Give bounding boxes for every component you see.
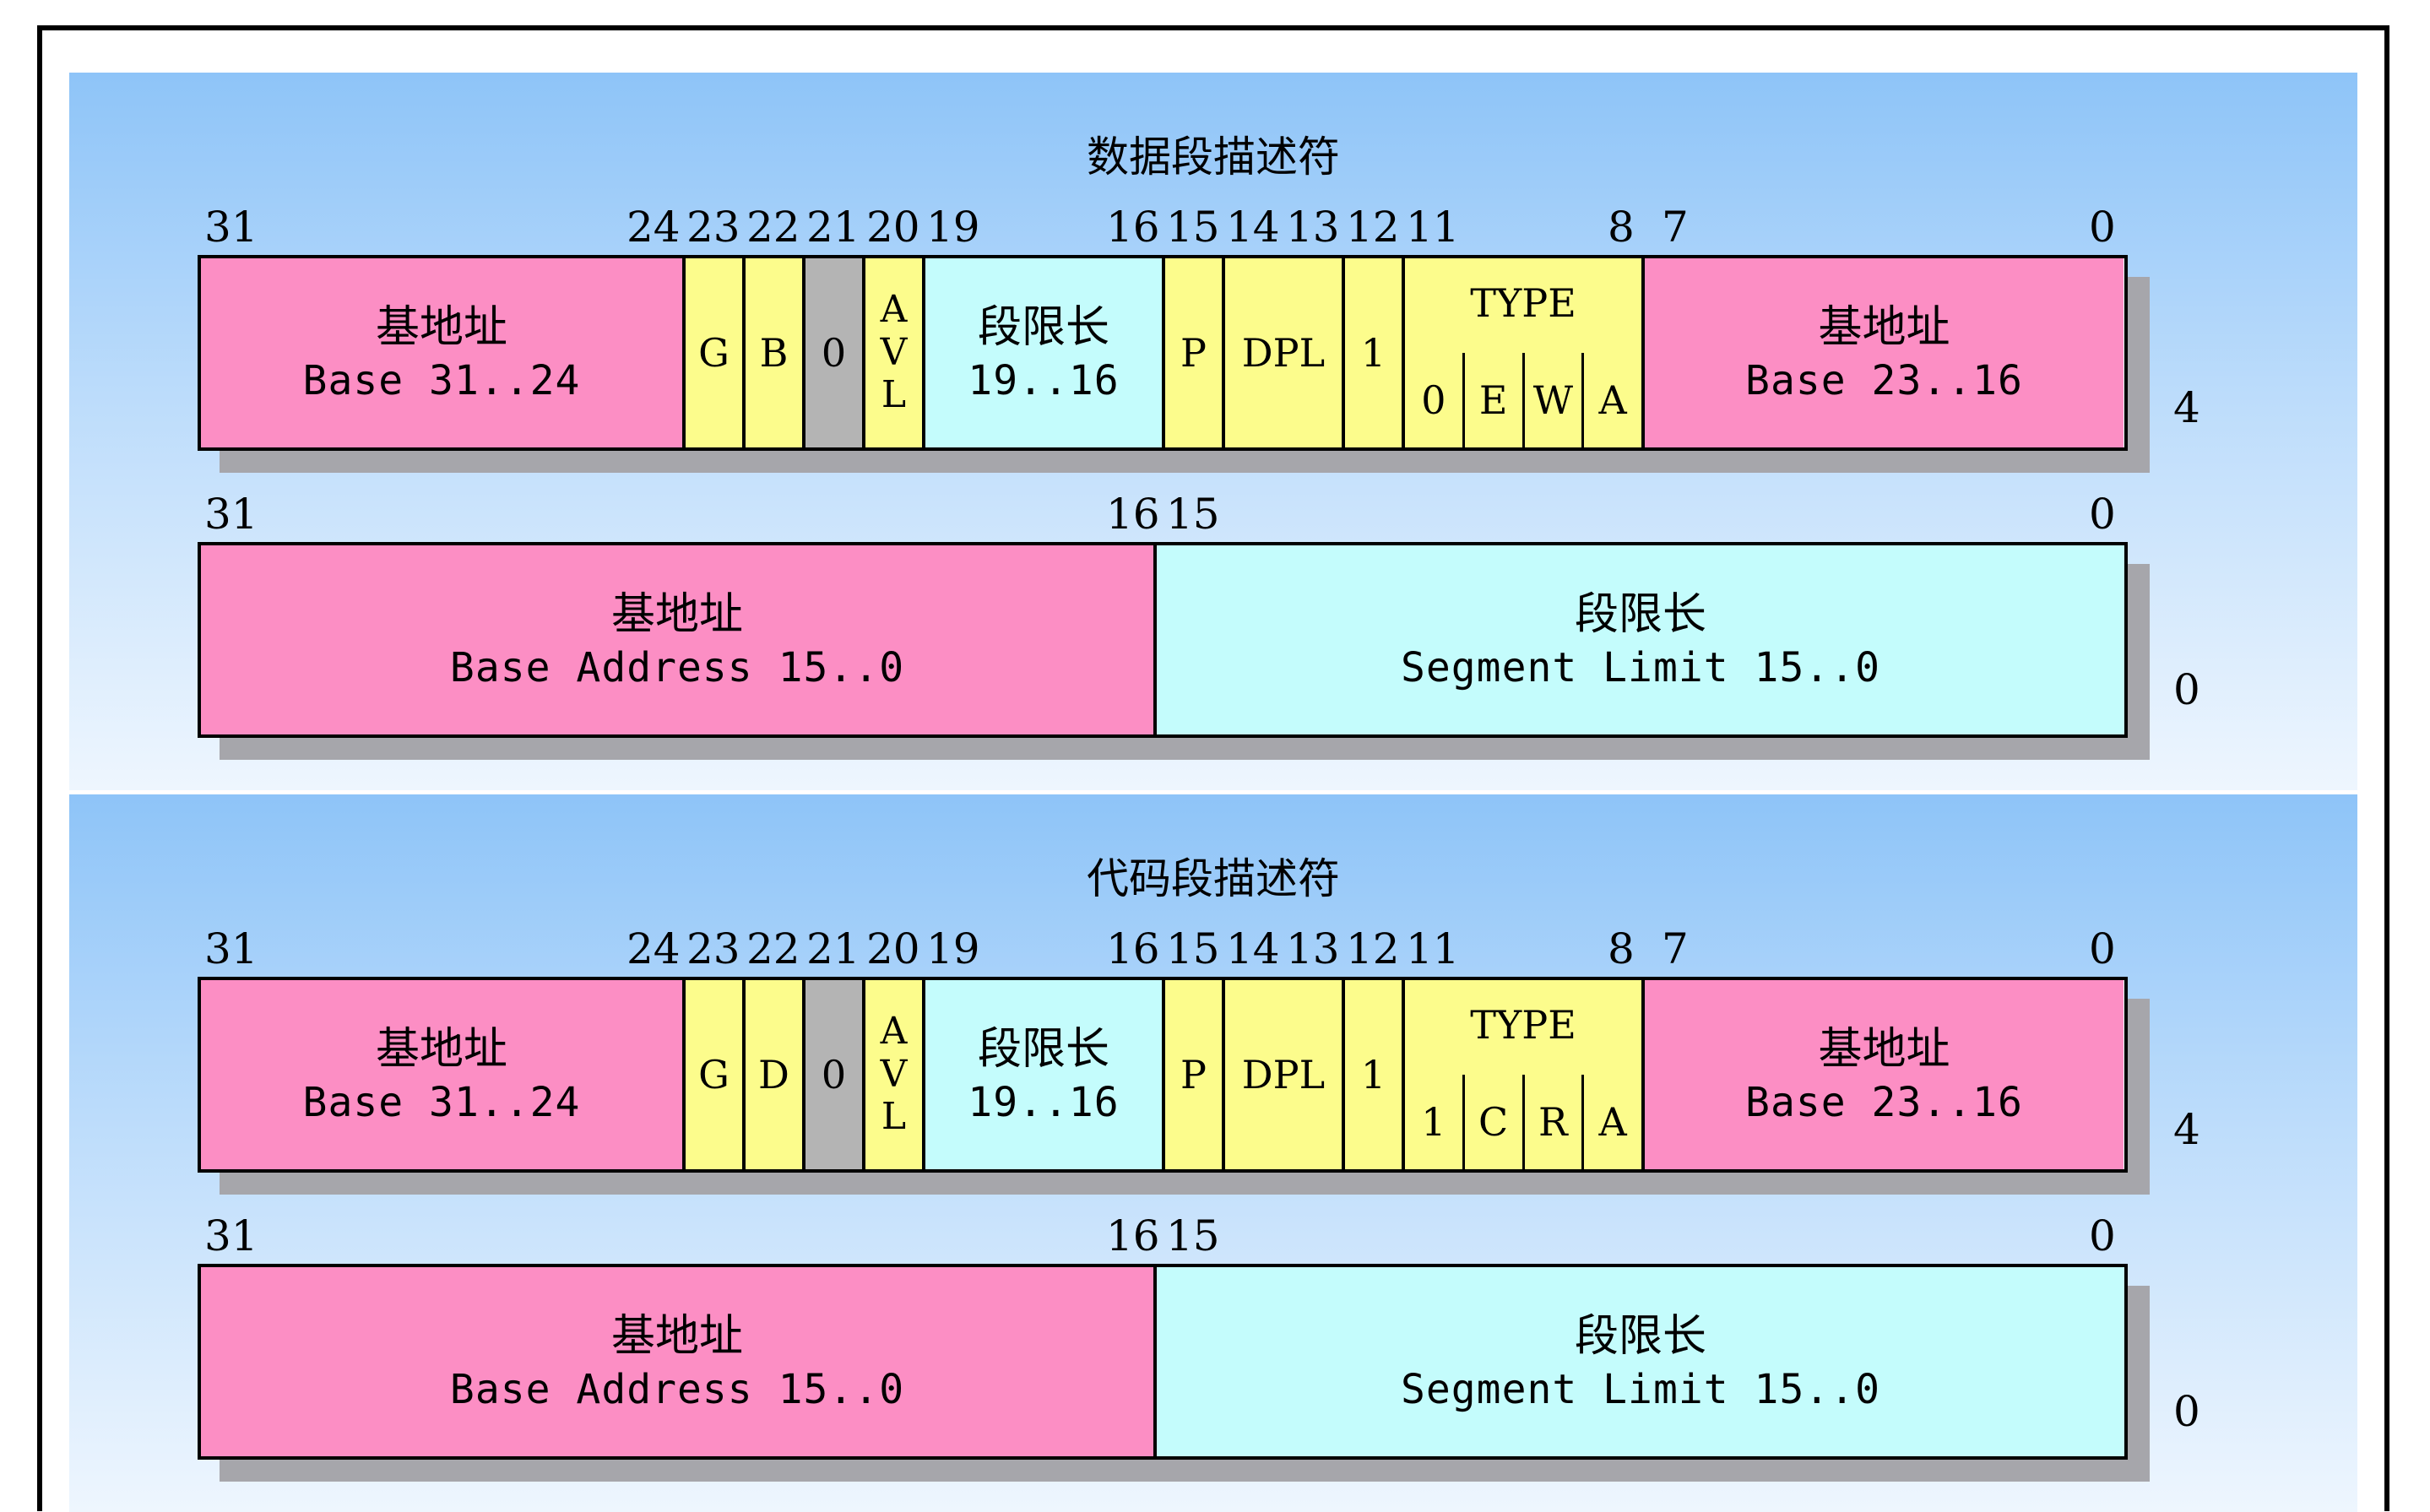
type-bit: E xyxy=(1465,353,1525,447)
bit-number: 31 xyxy=(204,924,258,973)
avl-bit: A V L xyxy=(865,980,925,1169)
bit-number: 20 xyxy=(866,924,920,973)
bit-number: 0 xyxy=(2089,490,2116,539)
bit-number: 14 xyxy=(1226,203,1280,252)
bit-number: 0 xyxy=(2089,203,2116,252)
bit-number: 0 xyxy=(2089,1211,2116,1260)
base-23-16-field: 基地址 Base 23..16 xyxy=(1645,258,2124,447)
p-bit: P xyxy=(1165,980,1225,1169)
descriptor-low-word: 基地址 Base Address 15..0 段限长 Segment Limit… xyxy=(198,542,2150,760)
type-bit: 1 xyxy=(1405,1075,1465,1169)
limit-19-16-field: 段限长 19..16 xyxy=(925,258,1165,447)
type-bit: 0 xyxy=(1405,353,1465,447)
type-bit: C xyxy=(1465,1075,1525,1169)
bit-number: 15 xyxy=(1166,490,1220,539)
data-descriptor-panel: 数据段描述符 31 24 23 22 21 20 19 16 15 14 13 … xyxy=(69,73,2357,790)
descriptor-low-word: 基地址 Base Address 15..0 段限长 Segment Limit… xyxy=(198,1264,2150,1482)
descriptor-high-word: 基地址 Base 31..24 G D 0 A V L 段限长 19..16 P… xyxy=(198,977,2150,1195)
bit-number: 16 xyxy=(1106,203,1160,252)
bit-number: 24 xyxy=(626,924,681,973)
base-31-24-field: 基地址 Base 31..24 xyxy=(201,980,686,1169)
bit-number: 23 xyxy=(686,203,740,252)
dpl-field: DPL xyxy=(1225,258,1345,447)
bit-number: 16 xyxy=(1106,490,1160,539)
bit-number: 22 xyxy=(746,924,800,973)
s-bit: 1 xyxy=(1345,980,1405,1169)
byte-offset: 0 xyxy=(2173,665,2200,714)
bit-number: 8 xyxy=(1608,203,1635,252)
base-15-0-field: 基地址 Base Address 15..0 xyxy=(201,1267,1158,1456)
bit-number: 31 xyxy=(204,490,258,539)
panel-title: 数据段描述符 xyxy=(1087,133,1340,182)
dpl-field: DPL xyxy=(1225,980,1345,1169)
bit-number: 0 xyxy=(2089,924,2116,973)
byte-offset: 4 xyxy=(2173,1105,2200,1154)
base-23-16-field: 基地址 Base 23..16 xyxy=(1645,980,2124,1169)
bit-number: 21 xyxy=(806,924,860,973)
panel-title: 代码段描述符 xyxy=(1087,854,1340,903)
reserved-zero-bit: 0 xyxy=(805,980,865,1169)
type-bit: A xyxy=(1598,1099,1627,1145)
g-bit: G xyxy=(686,980,746,1169)
type-field: TYPE 0 E W A xyxy=(1405,258,1645,447)
bit-number: 16 xyxy=(1106,1211,1160,1260)
bit-number: 7 xyxy=(1662,203,1689,252)
limit-15-0-field: 段限长 Segment Limit 15..0 xyxy=(1157,545,2124,734)
s-bit: 1 xyxy=(1345,258,1405,447)
bit-number: 7 xyxy=(1662,924,1689,973)
p-bit: P xyxy=(1165,258,1225,447)
bit-number: 15 xyxy=(1166,924,1220,973)
bit-number: 24 xyxy=(626,203,681,252)
byte-offset: 4 xyxy=(2173,383,2200,432)
type-bit: W xyxy=(1525,353,1585,447)
type-field: TYPE 1 C R A xyxy=(1405,980,1645,1169)
type-bit: A xyxy=(1598,377,1627,423)
reserved-zero-bit: 0 xyxy=(805,258,865,447)
bit-number: 11 xyxy=(1406,203,1460,252)
bit-number: 14 xyxy=(1226,924,1280,973)
avl-bit: A V L xyxy=(865,258,925,447)
bit-number: 20 xyxy=(866,203,920,252)
bit-number: 19 xyxy=(926,203,980,252)
bit-number: 13 xyxy=(1286,203,1340,252)
limit-15-0-field: 段限长 Segment Limit 15..0 xyxy=(1157,1267,2124,1456)
bit-number: 8 xyxy=(1608,924,1635,973)
bit-number: 31 xyxy=(204,203,258,252)
bit-number: 12 xyxy=(1346,924,1400,973)
bit-number: 13 xyxy=(1286,924,1340,973)
b-bit: B xyxy=(746,258,805,447)
bit-number: 19 xyxy=(926,924,980,973)
bit-number: 22 xyxy=(746,203,800,252)
byte-offset: 0 xyxy=(2173,1387,2200,1436)
bit-number: 21 xyxy=(806,203,860,252)
base-31-24-field: 基地址 Base 31..24 xyxy=(201,258,686,447)
type-bit: R xyxy=(1525,1075,1585,1169)
bit-number: 12 xyxy=(1346,203,1400,252)
bit-number: 23 xyxy=(686,924,740,973)
code-descriptor-panel: 代码段描述符 31 24 23 22 21 20 19 16 15 14 13 … xyxy=(69,794,2357,1512)
descriptor-high-word: 基地址 Base 31..24 G B 0 A V L 段限长 19..16 P… xyxy=(198,255,2150,473)
bit-number: 31 xyxy=(204,1211,258,1260)
base-15-0-field: 基地址 Base Address 15..0 xyxy=(201,545,1158,734)
bit-number: 15 xyxy=(1166,1211,1220,1260)
g-bit: G xyxy=(686,258,746,447)
bit-number: 11 xyxy=(1406,924,1460,973)
limit-19-16-field: 段限长 19..16 xyxy=(925,980,1165,1169)
d-bit: D xyxy=(746,980,805,1169)
bit-number: 15 xyxy=(1166,203,1220,252)
bit-number: 16 xyxy=(1106,924,1160,973)
